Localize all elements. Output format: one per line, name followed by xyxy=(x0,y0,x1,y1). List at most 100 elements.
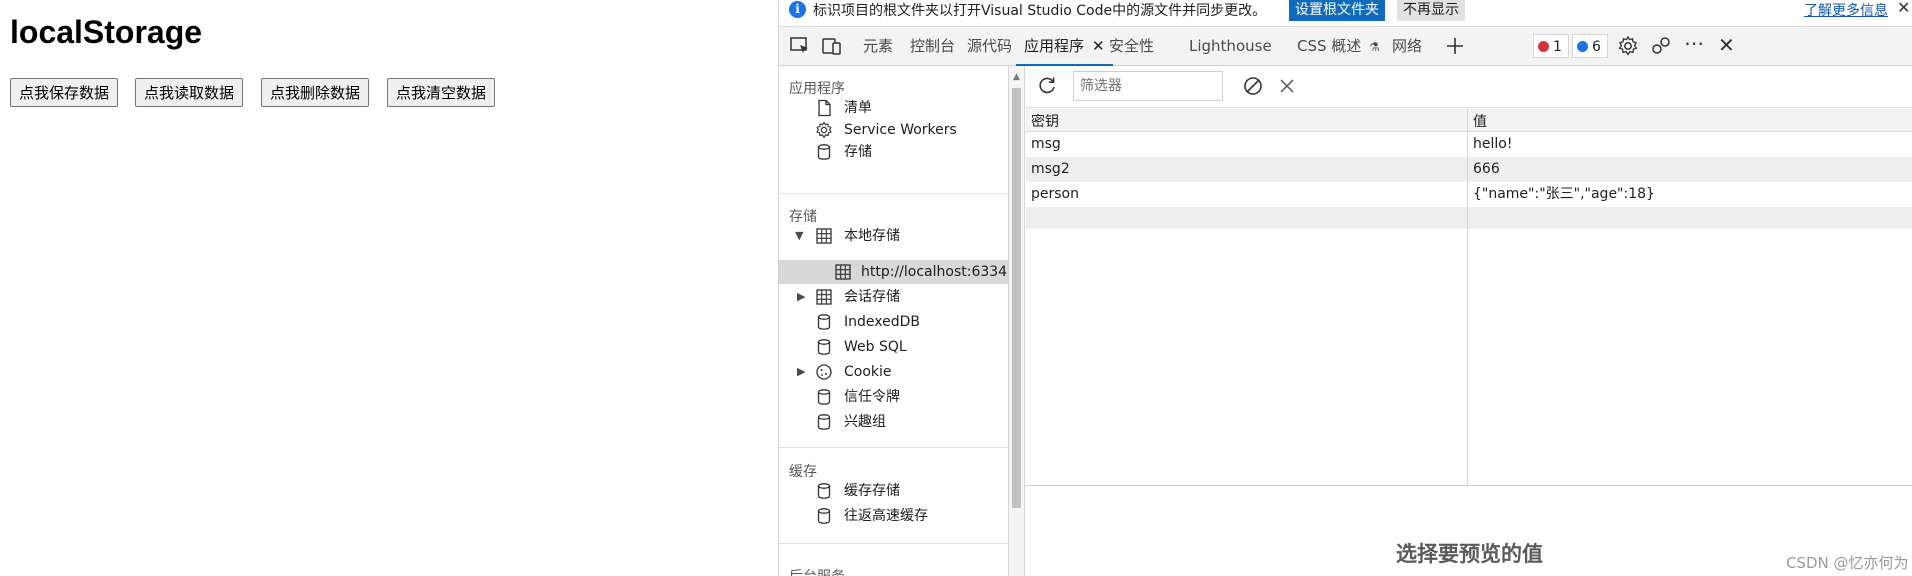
sidebar-item-storage[interactable]: 存储 xyxy=(779,140,1008,164)
sidebar-item-label: 缓存存储 xyxy=(844,483,900,499)
column-header-key[interactable]: 密钥 xyxy=(1031,111,1059,131)
read-data-button[interactable]: 点我读取数据 xyxy=(135,78,244,107)
tab-network[interactable]: 网络 xyxy=(1392,27,1422,66)
sidebar-item-label: 清单 xyxy=(844,100,872,116)
refresh-icon[interactable] xyxy=(1036,75,1058,97)
close-devtools-icon[interactable]: ✕ xyxy=(1718,33,1735,57)
tab-css-overview[interactable]: CSS 概述 ⚗ xyxy=(1297,27,1380,66)
dont-show-again-button[interactable]: 不再显示 xyxy=(1397,0,1465,21)
column-divider[interactable] xyxy=(1467,108,1468,485)
device-emulation-icon[interactable] xyxy=(821,35,843,57)
info-message: 标识项目的根文件夹以打开Visual Studio Code中的源文件并同步更改… xyxy=(813,3,1267,19)
close-tab-icon[interactable]: ✕ xyxy=(1092,37,1105,55)
row-key: person xyxy=(1031,186,1079,202)
divider xyxy=(779,447,1008,448)
filter-input[interactable] xyxy=(1073,71,1223,101)
delete-selected-icon[interactable] xyxy=(1276,75,1298,97)
sidebar-item-manifest[interactable]: 清单 xyxy=(779,96,1008,120)
message-icon xyxy=(1577,41,1588,52)
table-grid-icon xyxy=(835,264,851,280)
sidebar-item-label: 存储 xyxy=(844,144,872,160)
sidebar-item-label: Web SQL xyxy=(844,339,907,355)
tab-application-label: 应用程序 xyxy=(1024,37,1085,55)
save-data-button[interactable]: 点我保存数据 xyxy=(10,78,119,107)
table-row[interactable]: person {"name":"张三","age":18} xyxy=(1026,182,1912,207)
row-key: msg2 xyxy=(1031,161,1070,177)
row-value: 666 xyxy=(1473,161,1500,177)
message-count-badge[interactable]: 6 xyxy=(1572,34,1608,58)
divider xyxy=(779,543,1008,544)
more-options-icon[interactable]: ⋯ xyxy=(1684,31,1704,55)
devtools-tab-bar: 元素 控制台 源代码 应用程序 ✕ 安全性 Lighthouse CSS 概述 ⚗… xyxy=(779,26,1912,66)
gear-icon xyxy=(816,121,832,139)
experiment-flask-icon: ⚗ xyxy=(1369,40,1380,54)
sidebar-item-label: 兴趣组 xyxy=(844,414,886,430)
delete-data-button[interactable]: 点我删除数据 xyxy=(261,78,370,107)
storage-view: 密钥 值 msg hello! msg2 666 person {"name":… xyxy=(1026,66,1912,576)
sidebar-item-indexeddb[interactable]: IndexedDB xyxy=(779,310,1008,334)
info-icon: i xyxy=(789,1,806,18)
set-root-folder-button[interactable]: 设置根文件夹 xyxy=(1289,0,1385,21)
row-key: msg xyxy=(1031,136,1061,152)
sidebar-item-service-workers[interactable]: Service Workers xyxy=(779,118,1008,142)
database-icon xyxy=(817,483,831,499)
cookie-icon xyxy=(816,364,832,380)
add-tab-icon[interactable] xyxy=(1444,35,1466,57)
column-header-value[interactable]: 值 xyxy=(1473,111,1487,131)
sidebar-scrollbar[interactable]: ▲ xyxy=(1009,66,1025,576)
tab-sources[interactable]: 源代码 xyxy=(967,27,1012,66)
close-infobar-icon[interactable]: ✕ xyxy=(1897,0,1910,17)
page-title: localStorage xyxy=(10,14,203,50)
customize-connect-icon[interactable] xyxy=(1650,35,1672,57)
clear-data-button[interactable]: 点我清空数据 xyxy=(387,78,496,107)
tab-lighthouse[interactable]: Lighthouse xyxy=(1189,27,1272,66)
section-storage: 存储 xyxy=(789,209,817,225)
table-row[interactable]: msg hello! xyxy=(1026,132,1912,157)
section-application: 应用程序 xyxy=(789,81,845,97)
clear-all-icon[interactable] xyxy=(1242,75,1264,97)
row-value: hello! xyxy=(1473,136,1513,152)
expanded-triangle-icon[interactable]: ▼ xyxy=(795,224,803,248)
sidebar-item-bfcache[interactable]: 往返高速缓存 xyxy=(779,504,1008,528)
collapsed-triangle-icon[interactable]: ▶ xyxy=(797,285,805,309)
error-count-badge[interactable]: 1 xyxy=(1533,34,1569,58)
error-icon xyxy=(1538,41,1549,52)
sidebar-item-label: IndexedDB xyxy=(844,314,920,330)
scrollbar-thumb[interactable] xyxy=(1012,88,1021,508)
sidebar-item-trust-tokens[interactable]: 信任令牌 xyxy=(779,385,1008,409)
table-row[interactable]: msg2 666 xyxy=(1026,157,1912,182)
tab-console[interactable]: 控制台 xyxy=(910,27,955,66)
inspect-element-icon[interactable] xyxy=(789,35,811,57)
sidebar-item-local-storage[interactable]: ▼ 本地存储 xyxy=(779,224,1008,248)
scroll-up-icon[interactable]: ▲ xyxy=(1013,72,1020,82)
sidebar-item-interest-groups[interactable]: 兴趣组 xyxy=(779,410,1008,434)
file-icon xyxy=(818,99,831,117)
database-icon xyxy=(817,314,831,330)
tab-application[interactable]: 应用程序 ✕ xyxy=(1016,27,1113,66)
sidebar-item-label: 往返高速缓存 xyxy=(844,508,928,524)
database-icon xyxy=(817,414,831,430)
message-count: 6 xyxy=(1592,39,1601,55)
sidebar-item-cookie[interactable]: ▶ Cookie xyxy=(779,360,1008,384)
sidebar-item-label: http://localhost:63342 xyxy=(861,264,1009,280)
database-icon xyxy=(817,144,831,160)
sidebar-item-session-storage[interactable]: ▶ 会话存储 xyxy=(779,285,1008,309)
database-icon xyxy=(817,389,831,405)
devtools-panel: i 标识项目的根文件夹以打开Visual Studio Code中的源文件并同步… xyxy=(778,0,1912,576)
table-grid-icon xyxy=(816,228,832,244)
tab-css-overview-label: CSS 概述 xyxy=(1297,37,1362,55)
tab-security[interactable]: 安全性 xyxy=(1109,27,1154,66)
table-row-empty[interactable] xyxy=(1026,207,1912,229)
local-storage-table: 密钥 值 msg hello! msg2 666 person {"name":… xyxy=(1026,108,1912,486)
row-value: {"name":"张三","age":18} xyxy=(1473,186,1655,202)
tab-elements[interactable]: 元素 xyxy=(863,27,893,66)
sidebar-item-label: Service Workers xyxy=(844,122,957,138)
settings-gear-icon[interactable] xyxy=(1617,35,1639,57)
collapsed-triangle-icon[interactable]: ▶ xyxy=(797,360,805,384)
sidebar-item-localhost-origin[interactable]: http://localhost:63342 xyxy=(779,260,1009,284)
sidebar-item-websql[interactable]: Web SQL xyxy=(779,335,1008,359)
sidebar-item-cache-storage[interactable]: 缓存存储 xyxy=(779,479,1008,503)
learn-more-link[interactable]: 了解更多信息 xyxy=(1804,0,1888,20)
section-cache: 缓存 xyxy=(789,464,817,480)
sidebar-item-label: 会话存储 xyxy=(844,289,900,305)
